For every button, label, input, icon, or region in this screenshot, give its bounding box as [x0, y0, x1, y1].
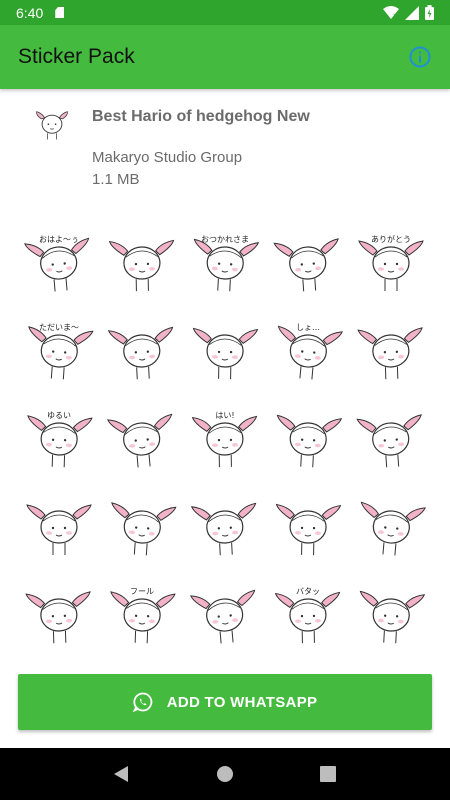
- sticker-item[interactable]: [267, 401, 349, 485]
- wifi-icon: x: [383, 6, 399, 19]
- sticker-item[interactable]: [267, 225, 349, 309]
- battery-icon: [425, 5, 434, 20]
- sticker-item[interactable]: [350, 577, 432, 661]
- status-icons: x: [383, 5, 434, 20]
- sticker-item[interactable]: ただいま〜: [18, 313, 100, 397]
- sticker-image: [360, 501, 426, 556]
- app-bar: Sticker Pack: [0, 25, 450, 89]
- sticker-item[interactable]: しょ…: [267, 313, 349, 397]
- recents-button[interactable]: [308, 754, 348, 794]
- sticker-image: [192, 327, 259, 380]
- sticker-caption: ただいま〜: [39, 322, 79, 332]
- sticker-caption: おつかれさま: [201, 234, 249, 244]
- sticker-item[interactable]: フール: [101, 577, 183, 661]
- sticker-item[interactable]: [184, 577, 266, 661]
- back-icon: [113, 766, 128, 782]
- pack-publisher: Makaryo Studio Group: [92, 149, 243, 166]
- sticker-image: [108, 239, 175, 292]
- sticker-item[interactable]: [18, 577, 100, 661]
- sticker-caption: おはよ〜ぅ: [39, 234, 79, 244]
- sticker-grid: おはよ〜ぅ おつかれさま ありがとうただいま〜 しょ… ゆるい はい! フール バタッ: [18, 225, 432, 665]
- sticker-item[interactable]: [18, 489, 100, 573]
- sticker-item[interactable]: おはよ〜ぅ: [18, 225, 100, 309]
- sticker-item[interactable]: [101, 401, 183, 485]
- navigation-bar: [0, 748, 450, 800]
- app-title: Sticker Pack: [18, 45, 135, 68]
- sticker-image: [356, 414, 422, 468]
- sticker-item[interactable]: おつかれさま: [184, 225, 266, 309]
- sticker-image: [190, 589, 256, 644]
- sticker-caption: しょ…: [296, 322, 320, 332]
- sticker-item[interactable]: [101, 313, 183, 397]
- sticker-image: [25, 591, 91, 644]
- pack-name: Best Hario of hedgehog New: [92, 108, 310, 125]
- sticker-image: [273, 238, 339, 292]
- sd-card-icon: [55, 7, 65, 18]
- sticker-item[interactable]: [350, 401, 432, 485]
- sticker-caption: ありがとう: [371, 234, 411, 244]
- whatsapp-icon: [132, 692, 152, 712]
- tray-sticker-image: [36, 111, 68, 140]
- sticker-item[interactable]: [184, 313, 266, 397]
- sticker-item[interactable]: バタッ: [267, 577, 349, 661]
- sticker-item[interactable]: はい!: [184, 401, 266, 485]
- sticker-caption: フール: [130, 586, 154, 596]
- sticker-item[interactable]: [350, 313, 432, 397]
- sticker-item[interactable]: [101, 489, 183, 573]
- sticker-image: [276, 414, 343, 468]
- sticker-image: [275, 503, 342, 556]
- recents-icon: [320, 766, 337, 782]
- home-icon: [216, 766, 233, 782]
- sticker-image: [359, 590, 426, 644]
- signal-icon: [405, 5, 419, 20]
- status-bar: 6:40 x: [0, 0, 450, 25]
- sticker-item[interactable]: [101, 225, 183, 309]
- svg-text:x: x: [393, 12, 397, 19]
- sticker-item[interactable]: [350, 489, 432, 573]
- sticker-caption: ゆるい: [47, 410, 71, 420]
- home-button[interactable]: [205, 754, 245, 794]
- sticker-caption: はい!: [215, 410, 235, 420]
- sticker-caption: バタッ: [296, 586, 320, 596]
- sticker-item[interactable]: [267, 489, 349, 573]
- pack-size: 1.1 MB: [92, 171, 140, 188]
- info-button[interactable]: [408, 45, 432, 69]
- sticker-item[interactable]: ゆるい: [18, 401, 100, 485]
- status-time: 6:40: [16, 4, 44, 21]
- sticker-image: [111, 502, 177, 556]
- info-icon: [409, 46, 431, 68]
- add-to-whatsapp-label: ADD TO WHATSAPP: [166, 693, 318, 711]
- sticker-image: [357, 327, 423, 380]
- sticker-image: [107, 413, 173, 468]
- sticker-image: [190, 502, 257, 556]
- sticker-image: [26, 504, 92, 555]
- sticker-item[interactable]: ありがとう: [350, 225, 432, 309]
- sticker-image: [107, 326, 174, 380]
- sticker-item[interactable]: [184, 489, 266, 573]
- back-button[interactable]: [102, 754, 142, 794]
- add-to-whatsapp-button[interactable]: ADD TO WHATSAPP: [18, 674, 432, 730]
